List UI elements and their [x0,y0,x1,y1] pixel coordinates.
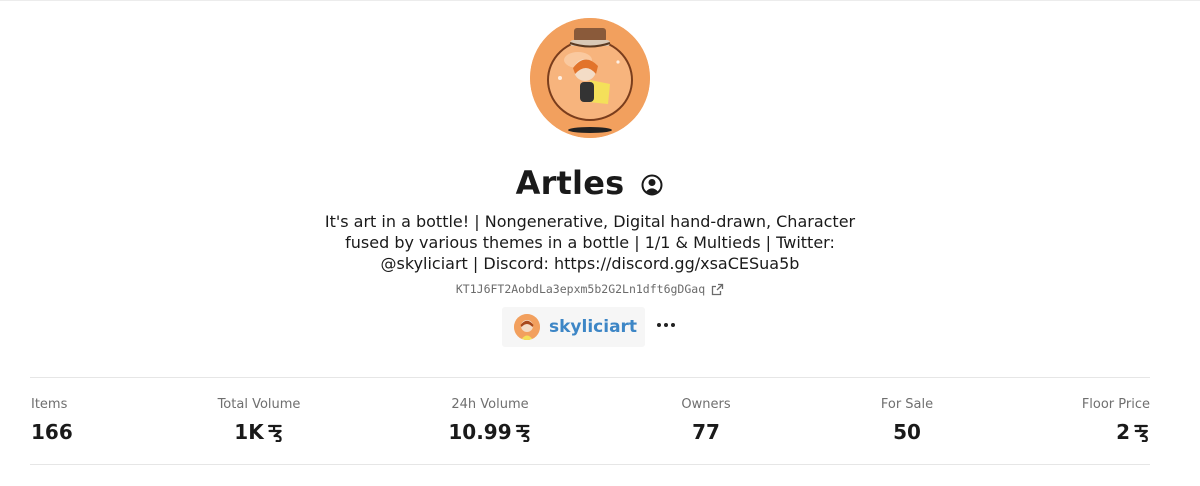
more-options-button[interactable] [654,315,678,335]
stat-items: Items 166 [31,397,73,444]
stat-value: 2 [1082,420,1150,444]
stat-value: 1K [218,420,301,444]
stat-for-sale: For Sale 50 [881,397,933,444]
collection-description: It's art in a bottle! | Nongenerative, D… [324,212,856,273]
stats-top-divider [30,377,1150,378]
stat-label: Items [31,397,68,412]
tez-icon [268,423,284,443]
stat-value: 10.99 [448,420,531,444]
external-link-icon [711,283,724,296]
creator-chip[interactable]: skyliciart [502,307,645,347]
stat-value: 77 [692,420,720,444]
stat-label: Owners [681,397,731,412]
stat-24h-volume: 24h Volume 10.99 [448,397,531,444]
more-dots-icon [657,323,661,327]
stat-label: Floor Price [1081,397,1150,412]
stat-owners: Owners 77 [681,397,730,444]
stat-label: For Sale [880,397,934,412]
collection-avatar [530,18,650,138]
contract-address-link[interactable]: KT1J6FT2AobdLa3epxm5b2G2Ln1dft6gDGaq [0,282,1180,296]
stat-floor-price: Floor Price 2 [1082,397,1150,444]
stat-total-volume: Total Volume 1K [218,397,301,444]
tez-icon [1134,423,1150,443]
creator-avatar [514,314,540,340]
creator-name: skyliciart [549,317,638,337]
stat-value: 50 [893,420,921,444]
stat-label: Total Volume [217,397,301,412]
stat-value: 166 [31,420,73,444]
collection-page: Artles It's art in a bottle! | Nongenera… [0,0,1200,486]
collection-title: Artles [515,164,625,202]
tez-icon [516,423,532,443]
stats-bottom-divider [30,464,1150,465]
stat-label: 24h Volume [451,397,529,412]
user-circle-icon[interactable] [640,173,664,197]
title-row: Artles [0,164,1180,202]
contract-address: KT1J6FT2AobdLa3epxm5b2G2Ln1dft6gDGaq [455,282,706,296]
